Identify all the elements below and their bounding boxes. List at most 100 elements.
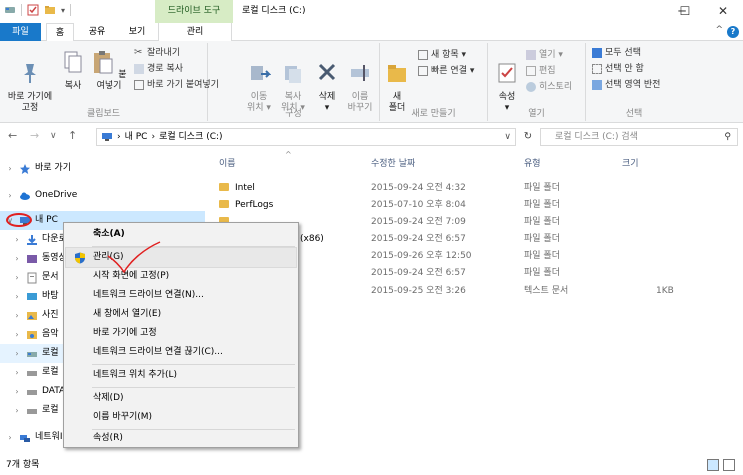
expand-icon[interactable]: › — [12, 325, 22, 344]
nav-label: 네트워I — [35, 432, 63, 442]
expand-icon[interactable]: › — [12, 382, 22, 401]
expand-icon[interactable]: › — [12, 268, 22, 287]
expand-icon[interactable]: › — [5, 159, 15, 178]
expand-icon[interactable]: › — [12, 344, 22, 363]
edit-label: 편집 — [539, 66, 556, 76]
menu-item-manage[interactable]: 관리(G) — [65, 247, 297, 268]
nav-label: 로컬 — [42, 367, 59, 377]
menu-item-collapse[interactable]: 축소(A) — [66, 225, 296, 244]
select-none-button[interactable]: 선택 안 함 — [592, 63, 644, 75]
expand-icon[interactable]: › — [12, 401, 22, 420]
open-icon — [526, 50, 536, 60]
open-button[interactable]: 열기 ▾ — [526, 49, 563, 61]
tab-manage[interactable]: 관리 — [158, 23, 232, 41]
file-date: 2015-09-24 오전 6:57 — [371, 268, 466, 278]
tab-file[interactable]: 파일 — [0, 23, 41, 41]
breadcrumb-pc[interactable]: 내 PC — [125, 129, 148, 145]
expand-icon[interactable]: › — [12, 249, 22, 268]
close-button[interactable]: ✕ — [703, 0, 743, 23]
menu-item-open-new-window[interactable]: 새 창에서 열기(E) — [66, 305, 296, 324]
column-type[interactable]: 유형 — [524, 156, 541, 169]
nav-label: 사진 — [42, 310, 59, 320]
new-folder-button[interactable]: 새 폴더 — [384, 49, 410, 114]
quick-access-toolbar: ▾ — [4, 4, 72, 16]
address-bar[interactable]: › 내 PC › 로컬 디스크 (C:) ∨ — [96, 128, 516, 146]
tab-home[interactable]: 홈 — [46, 23, 74, 42]
select-all-label: 모두 선택 — [605, 48, 641, 58]
collapse-ribbon-icon[interactable]: ^ — [715, 25, 723, 35]
paste-shortcut-button[interactable]: 바로 가기 붙여넣기 — [134, 79, 219, 91]
menu-item-pin-quick-access[interactable]: 바로 가기에 고정 — [66, 324, 296, 343]
nav-label: 로컬 — [42, 348, 59, 358]
move-to-button[interactable]: 이동 위치 ▾ — [244, 49, 274, 114]
open-group: 속성 ▾ 열기 ▾ 편집 히스토리 열기 — [488, 43, 586, 121]
edit-button[interactable]: 편집 — [526, 65, 556, 77]
copy-button[interactable]: 복사 — [60, 49, 86, 92]
nav-label: OneDrive — [35, 190, 78, 200]
menu-separator — [92, 387, 295, 388]
file-date: 2015-07-10 오후 8:04 — [371, 200, 466, 210]
column-modified[interactable]: 수정한 날짜 — [371, 156, 415, 169]
new-group-label: 새로 만들기 — [411, 109, 456, 119]
back-button[interactable]: ← — [8, 129, 17, 142]
properties-check-icon[interactable] — [27, 4, 39, 16]
cut-button[interactable]: ✂ 잘라내기 — [134, 47, 180, 59]
copy-to-icon — [285, 66, 301, 83]
expand-icon[interactable]: › — [12, 306, 22, 325]
breadcrumb-drive[interactable]: 로컬 디스크 (C:) — [159, 129, 222, 145]
invert-selection-icon — [592, 80, 602, 90]
recent-locations-button[interactable]: ∨ — [50, 131, 57, 141]
expand-icon[interactable]: › — [12, 363, 22, 382]
invert-selection-button[interactable]: 선택 영역 반전 — [592, 79, 660, 91]
large-icons-view-icon[interactable] — [723, 459, 735, 471]
maximize-icon[interactable]: ☐ — [665, 0, 705, 23]
easy-access-button[interactable]: 빠른 연결 ▾ — [418, 65, 474, 77]
paste-button[interactable]: 붙여넣기 — [90, 49, 128, 92]
nav-label: 바탕 — [42, 291, 59, 301]
search-input[interactable]: 로컬 디스크 (C:) 검색 ⚲ — [540, 128, 738, 146]
new-item-label: 새 항목 ▾ — [431, 50, 467, 60]
table-row[interactable]: Intel 2015-09-24 오전 4:32 파일 폴더 — [213, 180, 743, 196]
copy-to-button[interactable]: 복사 위치 ▾ — [278, 49, 308, 114]
copy-label: 복사 — [64, 81, 82, 91]
properties-button[interactable]: 속성 ▾ — [494, 49, 520, 114]
nav-item-quick-access[interactable]: › 바로 가기 — [0, 159, 205, 178]
table-row[interactable]: PerfLogs 2015-07-10 오후 8:04 파일 폴더 — [213, 197, 743, 213]
qa-dropdown-icon[interactable]: ▾ — [61, 6, 65, 15]
copy-path-button[interactable]: 경로 복사 — [134, 63, 183, 75]
menu-item-rename[interactable]: 이름 바꾸기(M) — [66, 408, 296, 427]
select-all-button[interactable]: 모두 선택 — [592, 47, 641, 59]
help-icon[interactable]: ? — [727, 26, 739, 38]
rename-button[interactable]: 이름 바꾸기 — [344, 49, 376, 114]
menu-item-properties[interactable]: 속성(R) — [66, 429, 296, 448]
address-dropdown-icon[interactable]: ∨ — [504, 129, 511, 145]
open-label: 열기 ▾ — [539, 50, 563, 60]
delete-button[interactable]: 삭제 ▾ — [312, 49, 342, 114]
picture-icon — [27, 311, 37, 320]
expand-icon[interactable]: › — [5, 186, 15, 205]
refresh-button[interactable]: ↻ — [519, 128, 537, 146]
title-bar: ▾ 드라이브 도구 로컬 디스크 (C:) ─ ✕ — [0, 0, 743, 23]
forward-button[interactable]: → — [30, 129, 39, 142]
organize-group-label: 구성 — [285, 109, 302, 119]
history-button[interactable]: 히스토리 — [526, 81, 572, 93]
up-button[interactable]: ↑ — [68, 129, 77, 142]
expand-icon[interactable]: › — [5, 428, 15, 447]
new-folder-icon[interactable] — [44, 4, 56, 16]
search-icon: ⚲ — [724, 132, 731, 142]
column-size[interactable]: 크기 — [622, 156, 639, 169]
nav-item-onedrive[interactable]: › OneDrive — [0, 186, 205, 205]
menu-item-map-drive[interactable]: 네트워크 드라이브 연결(N)... — [66, 286, 296, 305]
tab-view[interactable]: 보기 — [120, 23, 154, 41]
new-item-button[interactable]: 새 항목 ▾ — [418, 49, 466, 61]
pin-to-quick-access-button[interactable]: 바로 가기에 고정 — [4, 49, 56, 114]
details-view-icon[interactable] — [707, 459, 719, 471]
menu-item-pin-start[interactable]: 시작 화면에 고정(P) — [66, 267, 296, 286]
menu-item-delete[interactable]: 삭제(D) — [66, 389, 296, 408]
menu-item-disconnect-drive[interactable]: 네트워크 드라이브 연결 끊기(C)... — [66, 343, 296, 362]
menu-item-add-network-location[interactable]: 네트워크 위치 추가(L) — [66, 366, 296, 385]
column-name[interactable]: 이름 — [219, 156, 236, 169]
expand-icon[interactable]: › — [12, 230, 22, 249]
expand-icon[interactable]: › — [12, 287, 22, 306]
tab-share[interactable]: 공유 — [80, 23, 114, 41]
